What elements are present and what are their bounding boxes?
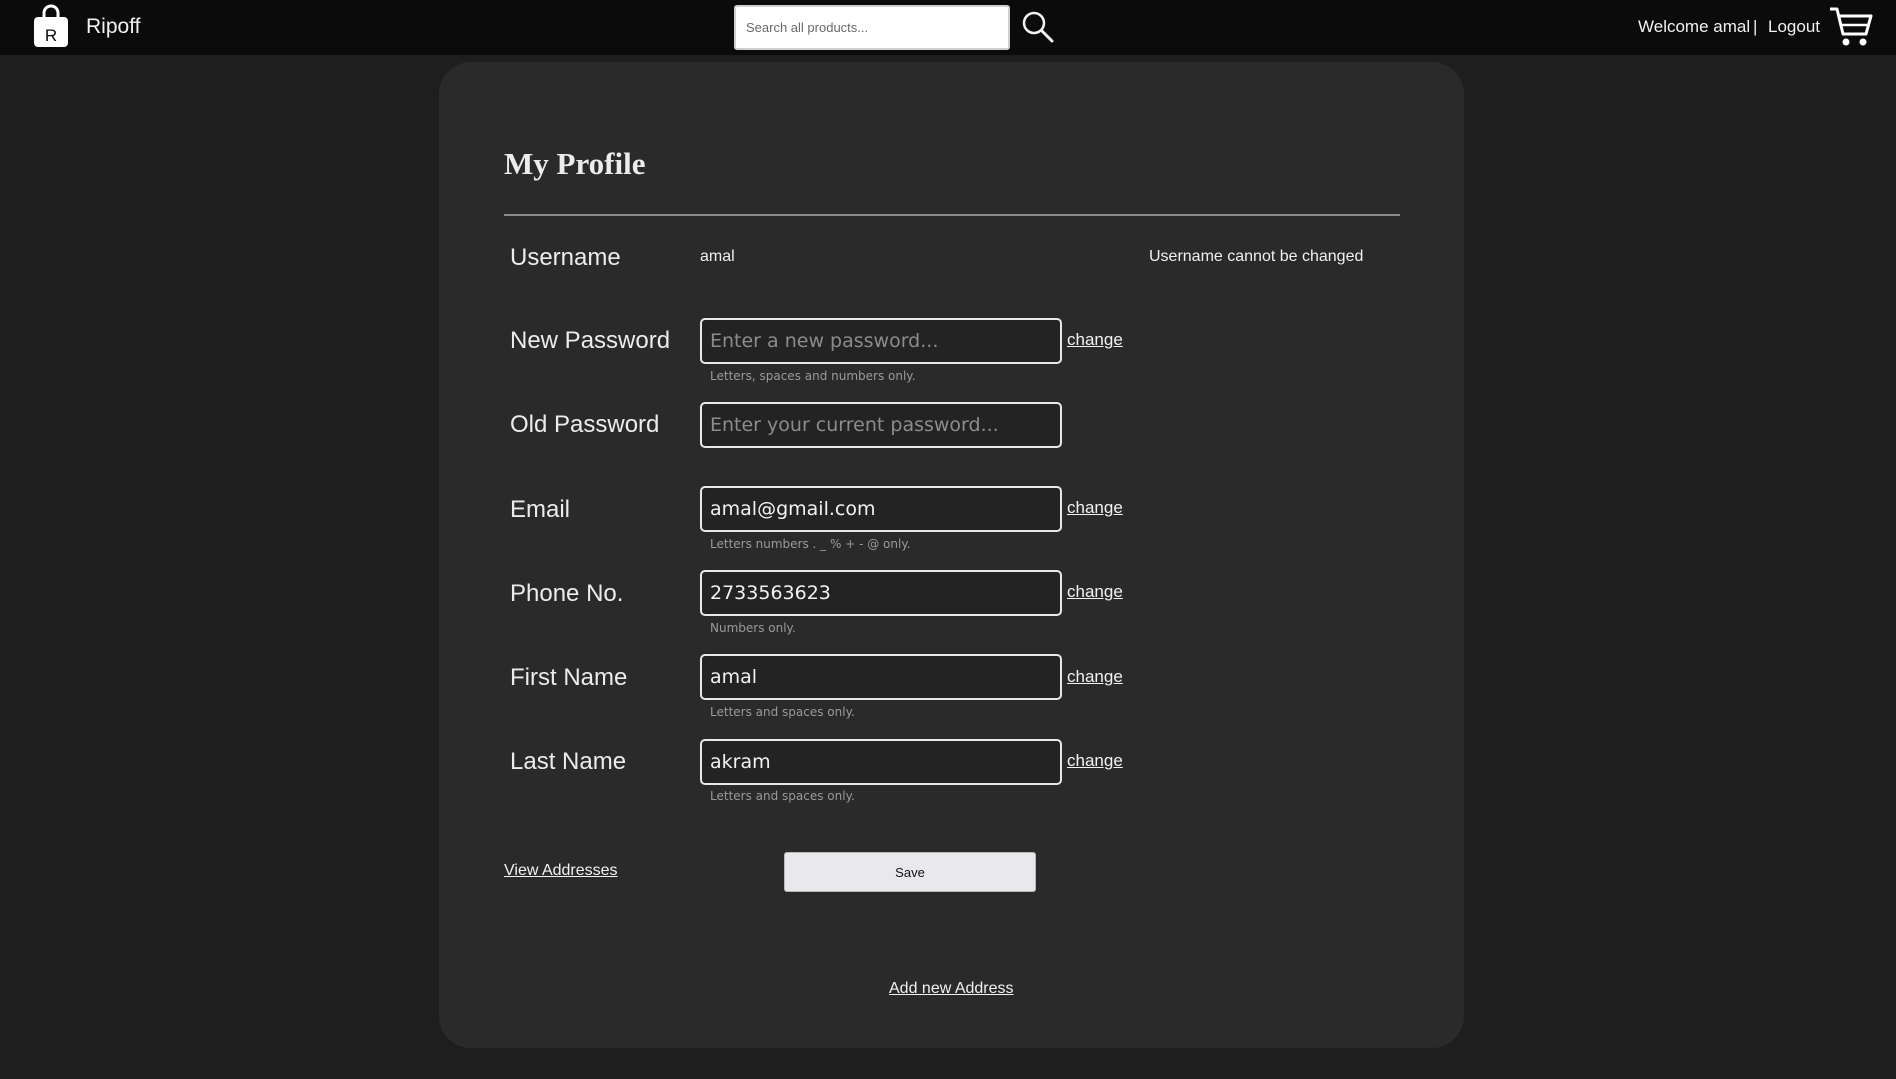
title-divider: [504, 214, 1400, 216]
last-name-hint: Letters and spaces only.: [710, 789, 855, 803]
page-title: My Profile: [504, 146, 646, 181]
username-note: Username cannot be changed: [1149, 248, 1364, 265]
cart-icon[interactable]: [1828, 4, 1874, 48]
last-name-label: Last Name: [510, 748, 627, 775]
save-button[interactable]: Save: [784, 852, 1036, 892]
username-label: Username: [510, 244, 621, 271]
logout-link[interactable]: Logout: [1768, 17, 1820, 37]
search-input[interactable]: [734, 5, 1010, 50]
profile-card: [439, 62, 1464, 1048]
email-change-link[interactable]: change: [1067, 498, 1123, 518]
shopping-bag-icon[interactable]: R: [32, 4, 70, 48]
phone-hint: Numbers only.: [710, 621, 796, 635]
phone-label: Phone No.: [510, 580, 624, 607]
first-name-change-link[interactable]: change: [1067, 667, 1123, 687]
first-name-hint: Letters and spaces only.: [710, 705, 855, 719]
email-input[interactable]: [700, 486, 1062, 532]
search-icon[interactable]: [1020, 9, 1056, 45]
old-password-label: Old Password: [510, 411, 660, 438]
new-password-hint: Letters, spaces and numbers only.: [710, 369, 916, 383]
phone-input[interactable]: [700, 570, 1062, 616]
top-navigation-bar: R Ripoff Welcome amal | Logout: [0, 0, 1896, 55]
first-name-input[interactable]: [700, 654, 1062, 700]
email-hint: Letters numbers . _ % + - @ only.: [710, 537, 911, 551]
last-name-change-link[interactable]: change: [1067, 751, 1123, 771]
last-name-input[interactable]: [700, 739, 1062, 785]
email-label: Email: [510, 496, 571, 523]
brand-name[interactable]: Ripoff: [86, 15, 140, 39]
welcome-message: Welcome amal: [1638, 17, 1751, 36]
phone-change-link[interactable]: change: [1067, 582, 1123, 602]
nav-separator: |: [1753, 17, 1758, 36]
username-value: amal: [700, 248, 735, 265]
new-password-input[interactable]: [700, 318, 1062, 364]
new-password-change-link[interactable]: change: [1067, 330, 1123, 350]
view-addresses-link[interactable]: View Addresses: [504, 862, 618, 880]
add-new-address-link[interactable]: Add new Address: [889, 980, 1014, 998]
logo-letter: R: [45, 26, 57, 45]
first-name-label: First Name: [510, 664, 628, 691]
old-password-input[interactable]: [700, 402, 1062, 448]
new-password-label: New Password: [510, 327, 671, 354]
